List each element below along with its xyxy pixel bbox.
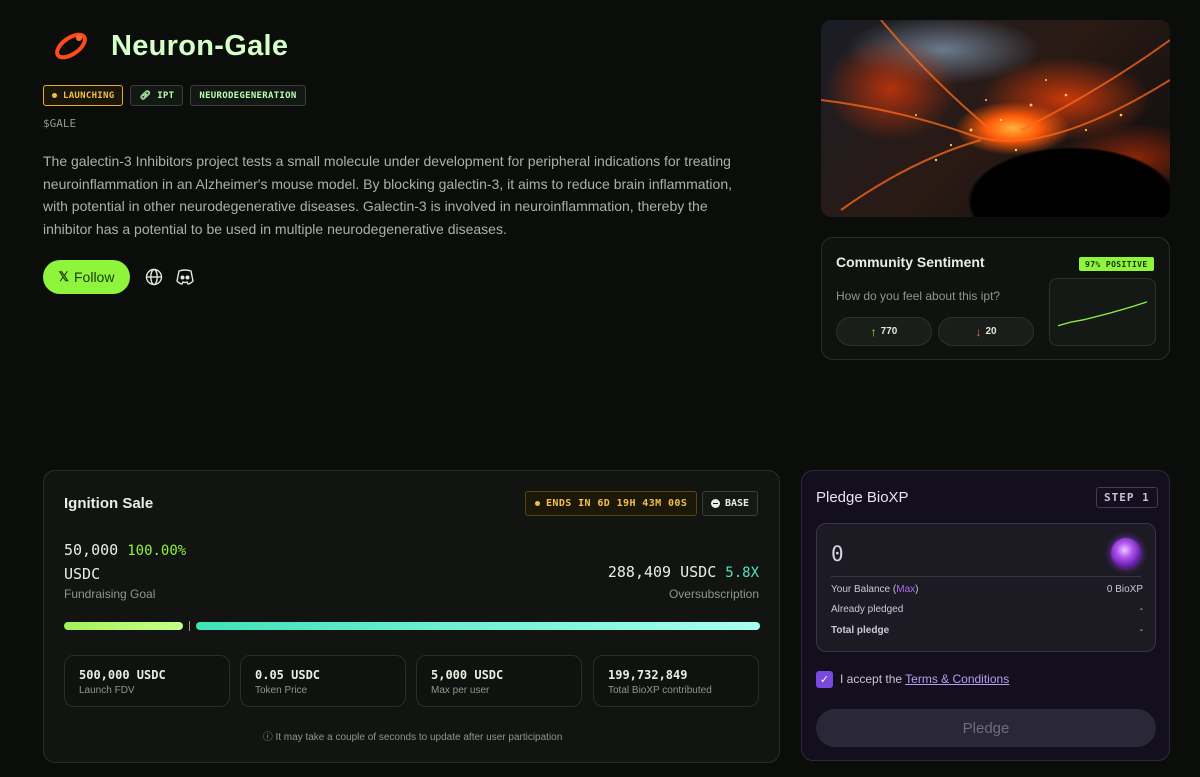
link-icon: 🔗︎ bbox=[139, 90, 152, 100]
stat-card-token-price: 0.05 USDC Token Price bbox=[240, 655, 406, 707]
positive-badge: 97% POSITIVE bbox=[1079, 257, 1154, 271]
sentiment-trend-line bbox=[1057, 301, 1148, 327]
fundraising-goal: 50,000 100.00% USDC bbox=[64, 539, 186, 586]
stat-card-total-bioxp: 199,732,849 Total BioXP contributed bbox=[593, 655, 759, 707]
tag-ipt: 🔗︎ IPT bbox=[130, 85, 184, 106]
progress-divider bbox=[189, 621, 190, 631]
bioxp-token-icon bbox=[1111, 538, 1141, 568]
pledge-amount-input[interactable]: 0 bbox=[831, 542, 844, 566]
goal-percent: 100.00% bbox=[127, 543, 187, 559]
update-notice: ⓘ It may take a couple of seconds to upd… bbox=[262, 732, 563, 743]
goal-label: Fundraising Goal bbox=[64, 587, 156, 601]
status-badge-launching: LAUNCHING bbox=[43, 85, 124, 106]
discord-icon[interactable] bbox=[175, 268, 195, 286]
countdown-text: ENDS IN 6D 19H 43M 00S bbox=[546, 498, 688, 509]
project-description: The galectin-3 Inhibitors project tests … bbox=[43, 153, 733, 237]
balance-row: Your Balance (Max) 0 BioXP bbox=[831, 584, 1143, 595]
goal-progress-bar bbox=[64, 622, 183, 630]
max-button[interactable]: Max bbox=[896, 584, 915, 595]
project-title: Neuron-Gale bbox=[111, 30, 289, 62]
pledge-card: Pledge BioXP STEP 1 0 Your Balance (Max)… bbox=[801, 470, 1170, 761]
network-badge: BASE bbox=[702, 491, 759, 516]
total-pledge-row: Total pledge - bbox=[831, 625, 1143, 636]
sale-title: Ignition Sale bbox=[64, 495, 154, 512]
oversubscription-progress-bar bbox=[196, 622, 760, 630]
oversubscription-label: Oversubscription bbox=[668, 587, 759, 601]
total-pledge-value: - bbox=[1139, 625, 1143, 636]
already-pledged-label: Already pledged bbox=[831, 604, 904, 615]
stat-card-max-per-user: 5,000 USDC Max per user bbox=[416, 655, 582, 707]
sentiment-question: How do you feel about this ipt? bbox=[836, 289, 1001, 303]
network-label: BASE bbox=[725, 498, 750, 509]
follow-button[interactable]: 𝕏 Follow bbox=[43, 260, 130, 294]
stat-card-fdv: 500,000 USDC Launch FDV bbox=[64, 655, 230, 707]
status-dot-icon bbox=[52, 93, 57, 98]
goal-amount: 50,000 bbox=[64, 541, 119, 559]
sentiment-sparkline bbox=[1049, 278, 1156, 346]
oversubscription-multiplier: 5.8X bbox=[725, 565, 759, 581]
total-pledge-label: Total pledge bbox=[831, 625, 890, 636]
downvote-button[interactable]: ↓ 20 bbox=[938, 317, 1034, 346]
tag-neurodegeneration: NEURODEGENERATION bbox=[190, 85, 306, 106]
terms-text: I accept the Terms & Conditions bbox=[840, 672, 1010, 686]
balance-label: Your Balance ( bbox=[831, 584, 897, 595]
terms-link[interactable]: Terms & Conditions bbox=[905, 672, 1009, 686]
orbit-ring-icon bbox=[52, 30, 90, 62]
countdown-badge: ENDS IN 6D 19H 43M 00S bbox=[525, 491, 698, 516]
arrow-down-icon: ↓ bbox=[975, 324, 982, 339]
base-network-icon bbox=[711, 499, 720, 508]
terms-checkbox[interactable]: ✓ bbox=[816, 671, 833, 688]
neuron-hero-image bbox=[821, 20, 1170, 217]
step-badge: STEP 1 bbox=[1096, 487, 1158, 508]
upvote-count: 770 bbox=[880, 326, 898, 337]
tag-list: LAUNCHING 🔗︎ IPT NEURODEGENERATION bbox=[43, 85, 306, 106]
downvote-count: 20 bbox=[985, 326, 997, 337]
token-ticker: $GALE bbox=[43, 117, 77, 130]
globe-icon[interactable] bbox=[145, 268, 163, 286]
already-pledged-row: Already pledged - bbox=[831, 604, 1143, 615]
arrow-up-icon: ↑ bbox=[870, 324, 877, 339]
oversubscription-amount: 288,409 USDC 5.8X bbox=[608, 563, 759, 581]
divider bbox=[831, 576, 1141, 577]
follow-label: Follow bbox=[74, 269, 115, 285]
goal-currency: USDC bbox=[64, 565, 101, 583]
upvote-button[interactable]: ↑ 770 bbox=[836, 317, 932, 346]
balance-value: 0 BioXP bbox=[1106, 584, 1143, 595]
status-dot-icon bbox=[535, 501, 540, 506]
ignition-sale-card: Ignition Sale ENDS IN 6D 19H 43M 00S BAS… bbox=[43, 470, 780, 763]
community-sentiment-card: Community Sentiment 97% POSITIVE How do … bbox=[821, 237, 1170, 360]
x-logo-icon: 𝕏 bbox=[58, 269, 69, 284]
pledge-title: Pledge BioXP bbox=[816, 489, 909, 506]
already-pledged-value: - bbox=[1139, 604, 1143, 615]
raised-amount: 288,409 USDC bbox=[607, 563, 717, 581]
pledge-button[interactable]: Pledge bbox=[816, 709, 1156, 747]
pledge-input-panel: 0 Your Balance (Max) 0 BioXP Already ple… bbox=[816, 523, 1156, 652]
sentiment-title: Community Sentiment bbox=[836, 254, 985, 270]
